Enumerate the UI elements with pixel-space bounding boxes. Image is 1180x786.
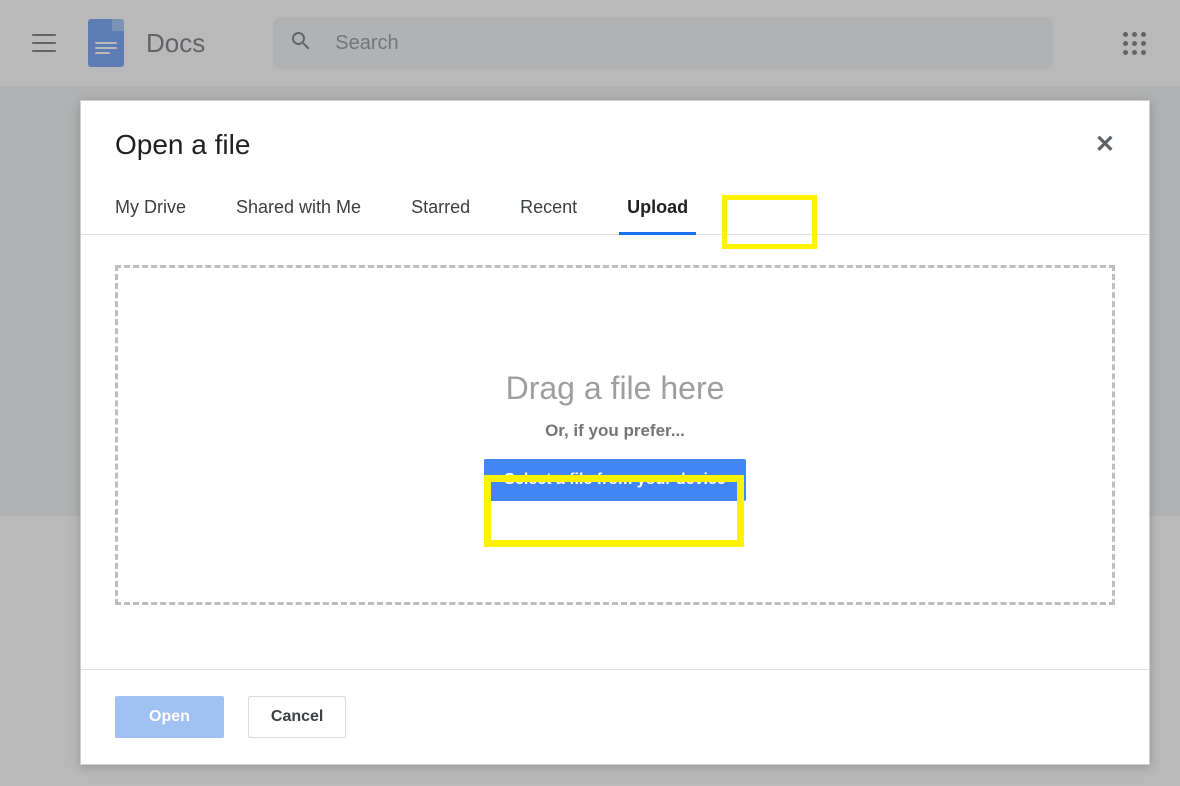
close-icon[interactable]: ✕ xyxy=(1095,133,1115,157)
tab-shared-with-me[interactable]: Shared with Me xyxy=(236,185,361,234)
open-file-dialog: Open a file ✕ My Drive Shared with Me St… xyxy=(80,100,1150,765)
cancel-button[interactable]: Cancel xyxy=(248,696,346,738)
tab-starred[interactable]: Starred xyxy=(411,185,470,234)
dialog-header: Open a file ✕ xyxy=(81,101,1149,185)
dialog-tabs: My Drive Shared with Me Starred Recent U… xyxy=(81,185,1149,235)
dropzone-subtitle: Or, if you prefer... xyxy=(545,421,685,441)
dialog-title: Open a file xyxy=(115,129,250,161)
tab-upload[interactable]: Upload xyxy=(627,185,688,234)
dialog-footer: Open Cancel xyxy=(81,669,1149,764)
file-dropzone[interactable]: Drag a file here Or, if you prefer... Se… xyxy=(115,265,1115,605)
tab-recent[interactable]: Recent xyxy=(520,185,577,234)
tab-my-drive[interactable]: My Drive xyxy=(115,185,186,234)
dropzone-title: Drag a file here xyxy=(506,370,725,407)
open-button[interactable]: Open xyxy=(115,696,224,738)
upload-area: Drag a file here Or, if you prefer... Se… xyxy=(81,235,1149,669)
select-file-button[interactable]: Select a file from your device xyxy=(484,459,745,501)
